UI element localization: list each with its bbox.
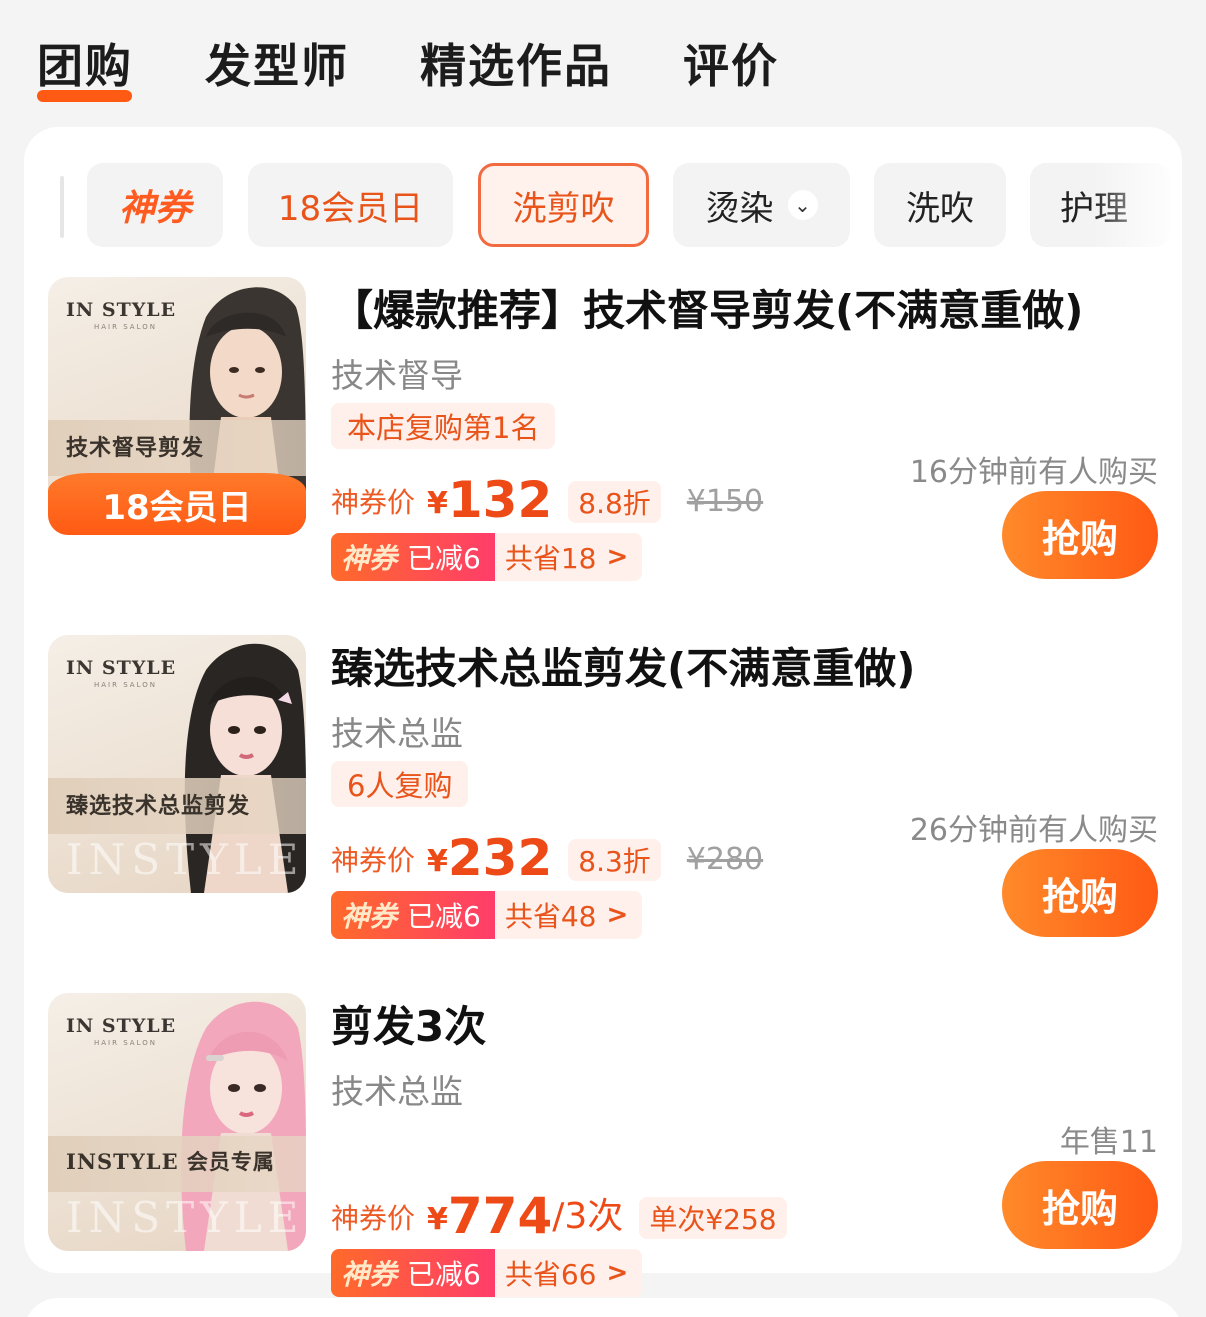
thumbnail-watermark: INSTYLE bbox=[66, 835, 305, 884]
thumbnail-watermark: INSTYLE bbox=[66, 1193, 305, 1242]
chip-row-fade bbox=[1092, 160, 1182, 252]
currency-symbol: ¥ bbox=[427, 486, 448, 521]
price-unit: /3次 bbox=[552, 1196, 624, 1237]
price-line: 神券价 ¥ 774 /3次 单次¥258 bbox=[331, 1183, 787, 1243]
currency-symbol: ¥ bbox=[427, 844, 448, 879]
tab-stylists[interactable]: 发型师 bbox=[205, 30, 349, 96]
coupon-applied: 神券 已减6 bbox=[331, 891, 495, 939]
chevron-down-icon: ⌄ bbox=[787, 190, 818, 220]
next-card-edge bbox=[24, 1298, 1182, 1317]
discount-badge: 8.3折 bbox=[568, 839, 661, 881]
deal-thumbnail[interactable]: IN STYLE HAIR SALON INSTYLE 会员专属 INSTYLE bbox=[48, 993, 306, 1251]
price-line: 神券价 ¥ 132 8.8折 ¥150 bbox=[331, 467, 763, 527]
currency-symbol: ¥ bbox=[427, 1202, 448, 1237]
brand-logo-text: IN STYLE bbox=[66, 657, 177, 679]
total-saved-text: 共省66 bbox=[504, 1258, 597, 1291]
brand-logo-text: IN STYLE bbox=[66, 299, 177, 321]
tab-group-buy[interactable]: 团购 bbox=[37, 30, 133, 96]
tab-featured-works[interactable]: 精选作品 bbox=[420, 30, 612, 96]
deal-item[interactable]: IN STYLE HAIR SALON 臻选技术总监剪发 INSTYLE 臻选技… bbox=[24, 635, 1182, 965]
total-saved: 共省18 > bbox=[494, 533, 643, 581]
tab-bar: 团购 发型师 精选作品 评价 bbox=[0, 0, 1206, 120]
deal-stylist-level: 技术督导 bbox=[331, 356, 463, 395]
deal-title[interactable]: 【爆款推荐】技术督导剪发(不满意重做) bbox=[331, 277, 1083, 338]
coupon-savings-bar[interactable]: 神券 已减6 共省66 > bbox=[331, 1249, 643, 1297]
filter-chip-perm-dye[interactable]: 烫染 ⌄ bbox=[673, 163, 850, 247]
deal-thumbnail[interactable]: IN STYLE HAIR SALON 臻选技术总监剪发 INSTYLE bbox=[48, 635, 306, 893]
per-session-price-badge: 单次¥258 bbox=[639, 1197, 787, 1239]
total-saved: 共省48 > bbox=[494, 891, 643, 939]
brand-logo-subtext: HAIR SALON bbox=[94, 681, 157, 689]
member-day-band: 18会员日 bbox=[48, 473, 306, 535]
filter-chip-coupon[interactable]: 神券 bbox=[87, 163, 223, 247]
coupon-off: 已减6 bbox=[407, 900, 481, 933]
buy-button[interactable]: 抢购 bbox=[1002, 491, 1158, 579]
chevron-right-icon: > bbox=[606, 542, 629, 572]
chip-divider bbox=[60, 176, 64, 238]
deal-stylist-level: 技术总监 bbox=[331, 714, 463, 753]
chevron-right-icon: > bbox=[606, 1258, 629, 1288]
coupon-name: 神券 bbox=[341, 900, 398, 933]
deal-price: 774 bbox=[447, 1187, 553, 1245]
price-label: 神券价 bbox=[331, 486, 416, 519]
deal-price: 132 bbox=[447, 471, 553, 529]
coupon-name: 神券 bbox=[341, 1258, 398, 1291]
deal-tag: 本店复购第1名 bbox=[331, 403, 556, 449]
original-price: ¥280 bbox=[686, 842, 764, 877]
active-tab-indicator bbox=[37, 90, 132, 102]
buy-button[interactable]: 抢购 bbox=[1002, 849, 1158, 937]
recent-purchase-note: 26分钟前有人购买 bbox=[909, 813, 1158, 848]
recent-purchase-note: 16分钟前有人购买 bbox=[909, 455, 1158, 490]
price-label: 神券价 bbox=[331, 1202, 416, 1235]
buy-button[interactable]: 抢购 bbox=[1002, 1161, 1158, 1249]
coupon-savings-bar[interactable]: 神券 已减6 共省18 > bbox=[331, 533, 643, 581]
brand-logo-text: IN STYLE bbox=[66, 1015, 177, 1037]
coupon-savings-bar[interactable]: 神券 已减6 共省48 > bbox=[331, 891, 643, 939]
brand-logo-subtext: HAIR SALON bbox=[94, 1039, 157, 1047]
chevron-right-icon: > bbox=[606, 900, 629, 930]
coupon-applied: 神券 已减6 bbox=[331, 533, 495, 581]
deal-item[interactable]: IN STYLE HAIR SALON 技术督导剪发 18会员日 【爆款推荐】技… bbox=[24, 277, 1182, 607]
deal-thumbnail[interactable]: IN STYLE HAIR SALON 技术督导剪发 18会员日 bbox=[48, 277, 306, 535]
deal-tag: 6人复购 bbox=[331, 761, 469, 807]
price-label: 神券价 bbox=[331, 844, 416, 877]
filter-chip-wash-blow[interactable]: 洗吹 bbox=[874, 163, 1006, 247]
thumbnail-caption: 臻选技术总监剪发 bbox=[66, 793, 251, 819]
total-saved-text: 共省18 bbox=[504, 542, 597, 575]
thumbnail-caption: INSTYLE 会员专属 bbox=[66, 1149, 275, 1174]
filter-chip-row[interactable]: 神券 18会员日 洗剪吹 烫染 ⌄ 洗吹 护理 bbox=[24, 160, 1182, 252]
chip-label: 烫染 bbox=[705, 188, 774, 229]
annual-sales-note: 年售11 bbox=[1059, 1125, 1158, 1160]
original-price: ¥150 bbox=[686, 484, 764, 519]
coupon-name: 神券 bbox=[341, 542, 398, 575]
coupon-off: 已减6 bbox=[407, 542, 481, 575]
deal-stylist-level: 技术总监 bbox=[331, 1072, 463, 1111]
coupon-off: 已减6 bbox=[407, 1258, 481, 1291]
total-saved: 共省66 > bbox=[494, 1249, 643, 1297]
deal-item[interactable]: IN STYLE HAIR SALON INSTYLE 会员专属 INSTYLE… bbox=[24, 993, 1182, 1317]
deal-title[interactable]: 臻选技术总监剪发(不满意重做) bbox=[331, 635, 915, 696]
deal-price: 232 bbox=[447, 829, 553, 887]
tab-reviews[interactable]: 评价 bbox=[683, 30, 779, 96]
thumbnail-caption: 技术督导剪发 bbox=[66, 435, 205, 461]
filter-chip-wash-cut-blow[interactable]: 洗剪吹 bbox=[478, 163, 649, 247]
discount-badge: 8.8折 bbox=[568, 481, 661, 523]
filter-chip-member-day[interactable]: 18会员日 bbox=[248, 163, 453, 247]
price-line: 神券价 ¥ 232 8.3折 ¥280 bbox=[331, 825, 763, 885]
coupon-applied: 神券 已减6 bbox=[331, 1249, 495, 1297]
total-saved-text: 共省48 bbox=[504, 900, 597, 933]
deal-title[interactable]: 剪发3次 bbox=[331, 993, 486, 1054]
brand-logo-subtext: HAIR SALON bbox=[94, 323, 157, 331]
